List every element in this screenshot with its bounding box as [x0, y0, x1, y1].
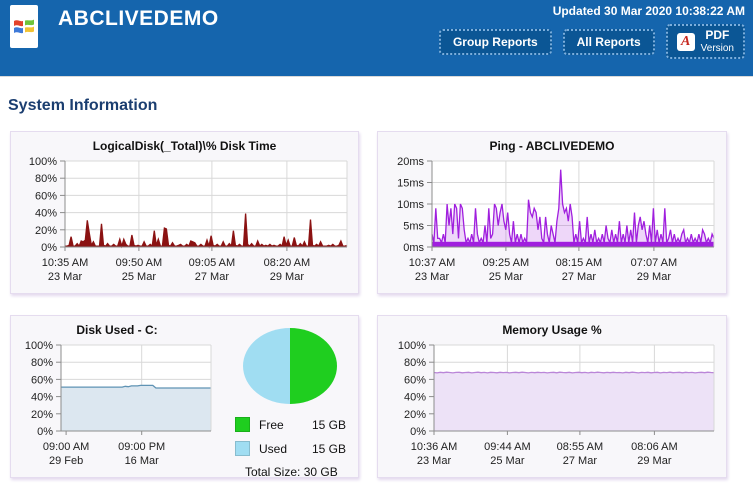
svg-text:80%: 80%: [404, 357, 426, 369]
svg-text:23 Mar: 23 Mar: [415, 271, 450, 283]
memory-usage-chart: 0% 20% 40% 60% 80% 100% 10:36 AM 23 Mar 09:44 AM…: [378, 341, 723, 471]
windows-logo-icon: [10, 5, 38, 48]
header-bar: ABCLIVEDEMO Updated 30 Mar 2020 10:38:22…: [0, 0, 753, 77]
svg-text:20%: 20%: [404, 409, 426, 421]
svg-text:5ms: 5ms: [403, 221, 424, 233]
svg-text:60%: 60%: [35, 190, 57, 202]
svg-text:20%: 20%: [35, 225, 57, 237]
pdf-button-label: PDF: [701, 29, 734, 43]
svg-text:10ms: 10ms: [397, 199, 424, 211]
updated-timestamp: Updated 30 Mar 2020 10:38:22 AM: [439, 4, 745, 18]
disk-time-chart-title: LogicalDisk(_Total)\% Disk Time: [11, 139, 358, 157]
app-title: ABCLIVEDEMO: [58, 7, 219, 31]
svg-text:20ms: 20ms: [397, 157, 424, 168]
svg-text:0ms: 0ms: [403, 242, 424, 254]
svg-text:25 Mar: 25 Mar: [490, 455, 525, 467]
svg-text:0%: 0%: [410, 426, 426, 438]
disk-used-chart: 0% 20% 40% 60% 80% 100% 09:00 AM 29 Feb 09:00 PM…: [11, 341, 221, 471]
used-swatch-icon: [235, 441, 250, 456]
svg-text:27 Mar: 27 Mar: [562, 271, 597, 283]
pdf-icon: A: [677, 33, 695, 51]
page-title: System Information: [8, 97, 753, 115]
panel-disk-used: Disk Used - C: 0% 20% 40% 60% 80% 100% 09:00 A…: [10, 315, 359, 478]
used-value: 15 GB: [312, 442, 346, 456]
ping-chart: 0ms 5ms 10ms 15ms 20ms 10:37 AM 23 Mar 09:25 AM…: [378, 157, 723, 287]
svg-text:10:35 AM: 10:35 AM: [42, 257, 88, 269]
disk-usage-pie-chart: [229, 325, 351, 407]
legend-row-used: Used 15 GB: [235, 441, 352, 456]
svg-text:09:25 AM: 09:25 AM: [483, 257, 529, 269]
svg-text:09:00 AM: 09:00 AM: [43, 441, 89, 453]
total-size-label: Total Size: 30 GB: [235, 465, 352, 479]
svg-text:10:37 AM: 10:37 AM: [409, 257, 455, 269]
svg-text:08:20 AM: 08:20 AM: [264, 257, 310, 269]
panel-ping: Ping - ABCLIVEDEMO 0ms 5ms 10ms 15ms 20ms 10:…: [377, 131, 727, 294]
free-label: Free: [259, 418, 303, 432]
svg-text:09:00 PM: 09:00 PM: [118, 441, 165, 453]
svg-text:40%: 40%: [404, 392, 426, 404]
free-swatch-icon: [235, 417, 250, 432]
svg-text:09:44 AM: 09:44 AM: [484, 441, 530, 453]
svg-text:09:50 AM: 09:50 AM: [116, 257, 162, 269]
svg-text:80%: 80%: [35, 173, 57, 185]
memory-chart-title: Memory Usage %: [378, 323, 726, 341]
svg-text:40%: 40%: [31, 392, 53, 404]
svg-text:27 Mar: 27 Mar: [195, 271, 230, 283]
svg-text:08:15 AM: 08:15 AM: [556, 257, 602, 269]
svg-text:15ms: 15ms: [397, 178, 424, 190]
svg-text:60%: 60%: [404, 374, 426, 386]
svg-text:20%: 20%: [31, 409, 53, 421]
svg-text:27 Mar: 27 Mar: [563, 455, 598, 467]
svg-text:29 Mar: 29 Mar: [637, 455, 672, 467]
group-reports-button[interactable]: Group Reports: [439, 29, 552, 55]
svg-text:25 Mar: 25 Mar: [122, 271, 157, 283]
used-label: Used: [259, 442, 303, 456]
svg-text:100%: 100%: [29, 157, 57, 168]
pdf-button-sublabel: Version: [701, 43, 734, 55]
ping-chart-title: Ping - ABCLIVEDEMO: [378, 139, 726, 157]
svg-text:23 Mar: 23 Mar: [417, 455, 452, 467]
charts-grid: LogicalDisk(_Total)\% Disk Time 0% 20% 40%…: [0, 131, 753, 478]
svg-text:100%: 100%: [398, 341, 426, 352]
svg-text:40%: 40%: [35, 208, 57, 220]
pdf-version-button[interactable]: A PDF Version: [666, 24, 745, 59]
svg-text:29 Mar: 29 Mar: [637, 271, 672, 283]
svg-text:80%: 80%: [31, 357, 53, 369]
panel-memory: Memory Usage % 0% 20% 40% 60% 80% 100% 10:36 A…: [377, 315, 727, 478]
svg-text:08:06 AM: 08:06 AM: [631, 441, 677, 453]
pie-legend: Free 15 GB Used 15 GB Total Size: 30 GB: [229, 417, 352, 479]
disk-time-chart: 0% 20% 40% 60% 80% 100% 10:35 AM 23 Mar 09:50 AM…: [11, 157, 356, 287]
svg-text:0%: 0%: [37, 426, 53, 438]
svg-text:25 Mar: 25 Mar: [489, 271, 524, 283]
disk-used-chart-title: Disk Used - C:: [11, 323, 223, 341]
svg-text:16 Mar: 16 Mar: [125, 455, 160, 467]
all-reports-button[interactable]: All Reports: [563, 29, 655, 55]
legend-row-free: Free 15 GB: [235, 417, 352, 432]
svg-text:07:07 AM: 07:07 AM: [631, 257, 677, 269]
panel-disk-time: LogicalDisk(_Total)\% Disk Time 0% 20% 40%…: [10, 131, 359, 294]
svg-text:23 Mar: 23 Mar: [48, 271, 83, 283]
svg-text:10:36 AM: 10:36 AM: [411, 441, 457, 453]
svg-text:60%: 60%: [31, 374, 53, 386]
svg-text:100%: 100%: [25, 341, 53, 352]
free-value: 15 GB: [312, 418, 346, 432]
svg-text:09:05 AM: 09:05 AM: [189, 257, 235, 269]
svg-text:29 Feb: 29 Feb: [49, 455, 83, 467]
svg-text:29 Mar: 29 Mar: [270, 271, 305, 283]
svg-text:0%: 0%: [41, 242, 57, 254]
svg-text:08:55 AM: 08:55 AM: [557, 441, 603, 453]
